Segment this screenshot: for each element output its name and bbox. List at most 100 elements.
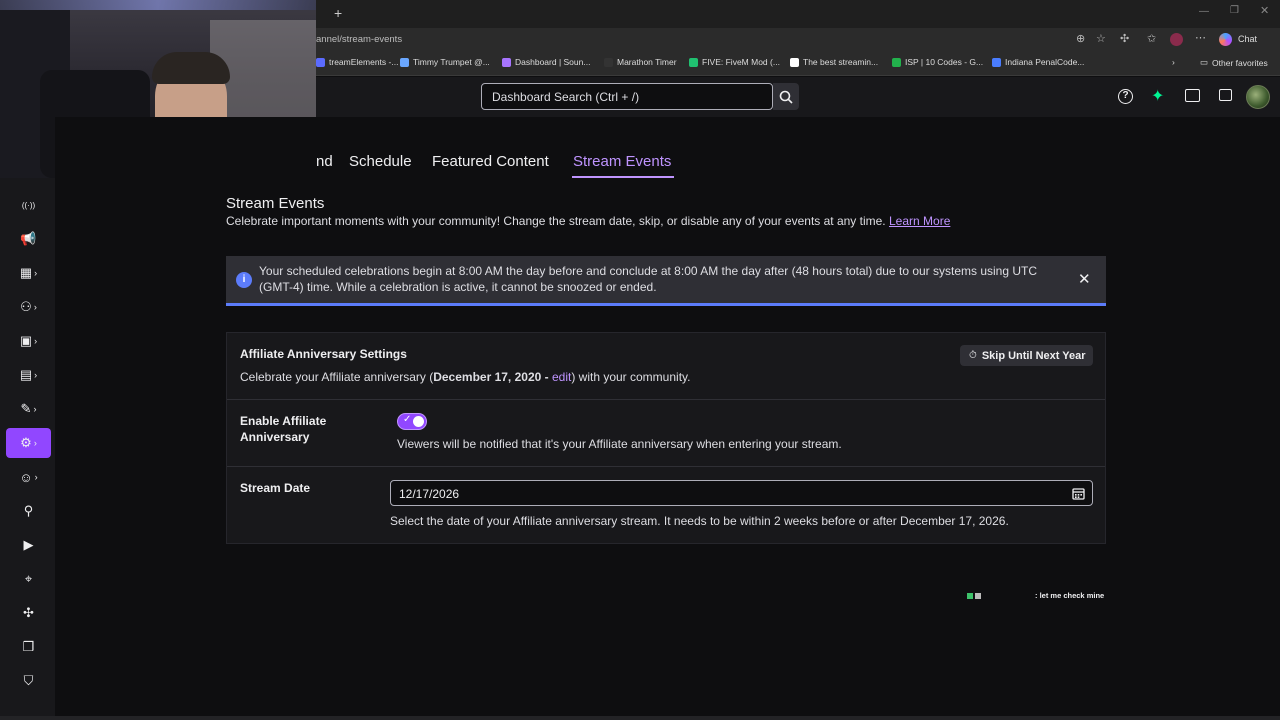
favorites-icon[interactable]: ✩ xyxy=(1147,32,1156,45)
bookmark-label: treamElements -... xyxy=(329,57,399,67)
docs-icon: ❒ xyxy=(22,639,35,654)
bookmark-item[interactable]: Dashboard | Soun... xyxy=(502,57,590,67)
url-text[interactable]: annel/stream-events xyxy=(316,34,402,45)
search-icon xyxy=(779,90,793,104)
stream-date-help: Select the date of your Affiliate annive… xyxy=(390,514,1009,528)
tab-stream-events[interactable]: Stream Events xyxy=(573,153,671,170)
sidebar-item-safety[interactable]: ⛉ xyxy=(6,666,51,696)
sidebar-item-video[interactable]: ▶ xyxy=(6,530,51,560)
sidebar-item-insights[interactable]: ▦ › xyxy=(6,258,51,288)
anniversary-description: Celebrate your Affiliate anniversary (De… xyxy=(240,370,690,384)
bookmarks-overflow-chevron-icon[interactable]: › xyxy=(1172,57,1175,67)
bookmark-favicon-icon xyxy=(400,57,409,67)
bookmark-item[interactable]: Timmy Trumpet @... xyxy=(400,57,490,67)
page-description: Celebrate important moments with your co… xyxy=(226,214,950,228)
chat-message: : let me check mine xyxy=(1035,591,1105,600)
active-tab-underline xyxy=(572,176,674,178)
restore-button[interactable]: ❐ xyxy=(1230,5,1239,16)
learn-more-link[interactable]: Learn More xyxy=(889,214,950,228)
profile-avatar-icon[interactable] xyxy=(1170,33,1183,46)
stream-date-value: 12/17/2026 xyxy=(399,487,460,501)
calendar-icon[interactable] xyxy=(1072,487,1085,500)
sidebar-item-settings[interactable]: ⚙ › xyxy=(6,428,51,458)
page-description-text: Celebrate important moments with your co… xyxy=(226,214,886,228)
skip-button-label: Skip Until Next Year xyxy=(981,349,1086,362)
page-title: Stream Events xyxy=(226,195,325,212)
bookmark-label: Timmy Trumpet @... xyxy=(413,57,490,67)
sidebar-item-monetization[interactable]: ▤ › xyxy=(6,360,51,390)
anniversary-date-separator: - xyxy=(541,370,552,384)
badge-icon xyxy=(967,592,973,599)
tab-schedule[interactable]: Schedule xyxy=(349,153,412,170)
sidebar-item-docs[interactable]: ❒ xyxy=(6,632,51,662)
bookmark-item[interactable]: Marathon Timer xyxy=(604,57,677,67)
new-tab-button[interactable]: + xyxy=(334,5,342,21)
anniversary-desc-prefix: Celebrate your Affiliate anniversary ( xyxy=(240,370,434,384)
inbox-icon[interactable] xyxy=(1185,89,1200,102)
bookmark-item[interactable]: treamElements -... xyxy=(316,57,398,67)
bottom-strip xyxy=(0,716,1280,720)
favorite-star-icon[interactable]: ☆ xyxy=(1096,32,1106,45)
bookmark-item[interactable]: FIVE: FiveM Mod (... xyxy=(689,57,780,67)
avatar[interactable] xyxy=(1246,85,1270,109)
bookmark-item[interactable]: ISP | 10 Codes - G... xyxy=(892,57,983,67)
sidebar-item-add-user[interactable]: ⚲ xyxy=(6,496,51,526)
sidebar-item-creator-camp[interactable]: ⌖ xyxy=(6,564,51,594)
sidebar-item-extensions[interactable]: ✣ xyxy=(6,598,51,628)
close-window-button[interactable]: ✕ xyxy=(1260,4,1269,17)
extensions-icon: ✣ xyxy=(23,605,34,620)
help-icon[interactable]: ? xyxy=(1118,89,1133,104)
stream-icon: ((·)) xyxy=(21,200,36,210)
badge-icon xyxy=(975,592,981,599)
tab-brand[interactable]: nd xyxy=(316,153,333,170)
monetization-icon: ▤ xyxy=(19,367,33,382)
stream-date-input[interactable]: 12/17/2026 xyxy=(390,480,1093,506)
emotes-icon: ☺ xyxy=(19,469,33,485)
timer-icon: ⏱ xyxy=(969,350,977,361)
sidebar-item-emotes[interactable]: ☺ › xyxy=(6,462,51,492)
chat-label[interactable]: Chat xyxy=(1238,34,1257,44)
anniversary-date: December 17, 2020 xyxy=(433,370,542,384)
sidebar-item-community[interactable]: ⚇ › xyxy=(6,292,51,322)
edit-anniversary-link[interactable]: edit xyxy=(552,370,571,384)
chevron-right-icon: › xyxy=(34,370,38,380)
bookmark-label: Indiana PenalCode... xyxy=(1005,57,1085,67)
sidebar-item-customization[interactable]: ✎ › xyxy=(6,394,51,424)
whispers-icon[interactable] xyxy=(1219,89,1232,101)
zoom-icon[interactable]: ⊕ xyxy=(1076,32,1085,45)
main-content: nd Schedule Featured Content Stream Even… xyxy=(55,117,1280,716)
close-notice-icon[interactable]: ✕ xyxy=(1078,270,1091,288)
copilot-icon[interactable] xyxy=(1219,33,1232,46)
other-favorites-label: Other favorites xyxy=(1212,57,1268,68)
safety-icon: ⛉ xyxy=(23,673,34,688)
toggle-knob xyxy=(413,416,424,427)
bookmark-label: Dashboard | Soun... xyxy=(515,57,591,67)
dashboard-search-input[interactable]: Dashboard Search (Ctrl + /) xyxy=(481,83,773,110)
bookmark-item[interactable]: The best streamin... xyxy=(790,57,878,67)
skip-until-next-year-button[interactable]: ⏱ Skip Until Next Year xyxy=(960,345,1093,366)
sidebar-item-megaphone[interactable]: 📢 xyxy=(6,224,51,254)
dashboard-sidebar: ((·)) 📢 ▦ › ⚇ › ▣ › ▤ › ✎ › ⚙ › ☺ › ⚲ ▶ ⌖ ✣ ❒ ⛉ xyxy=(0,178,55,716)
chevron-right-icon: › xyxy=(34,268,38,278)
chevron-right-icon: › xyxy=(33,404,37,414)
other-favorites[interactable]: ▭ Other favorites xyxy=(1200,57,1268,68)
bookmark-item[interactable]: Indiana PenalCode... xyxy=(992,57,1084,67)
video-icon: ▶ xyxy=(23,537,34,552)
extensions-puzzle-icon[interactable]: ✣ xyxy=(1120,32,1129,45)
bookmark-label: The best streamin... xyxy=(803,57,879,67)
chevron-right-icon: › xyxy=(33,302,37,312)
enable-anniversary-toggle[interactable]: ✓ xyxy=(397,413,427,430)
anniversary-settings-card: Affiliate Anniversary Settings Celebrate… xyxy=(226,332,1106,544)
search-button[interactable] xyxy=(773,83,799,110)
stream-date-label: Stream Date xyxy=(240,481,311,495)
check-icon: ✓ xyxy=(403,414,412,425)
bookmark-label: ISP | 10 Codes - G... xyxy=(905,57,984,67)
tab-featured-content[interactable]: Featured Content xyxy=(432,153,549,170)
sidebar-item-content[interactable]: ▣ › xyxy=(6,326,51,356)
sparkle-icon[interactable]: ✦ xyxy=(1151,86,1164,106)
minimize-button[interactable]: — xyxy=(1199,6,1209,17)
more-menu-icon[interactable]: ⋯ xyxy=(1195,31,1206,44)
chevron-right-icon: › xyxy=(34,336,38,346)
community-icon: ⚇ xyxy=(20,299,32,314)
sidebar-item-stream[interactable]: ((·)) xyxy=(6,190,51,220)
